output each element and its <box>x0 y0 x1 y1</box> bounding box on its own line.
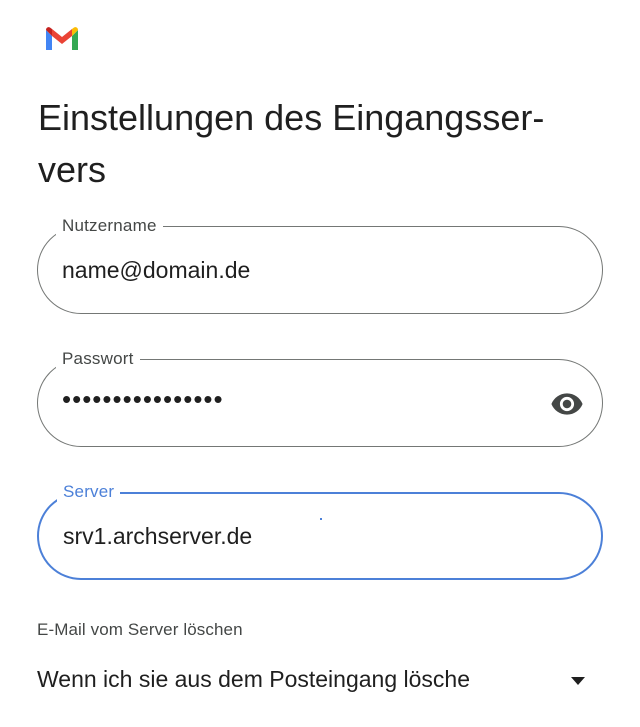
text-cursor-marker <box>320 518 322 520</box>
delete-from-server-select[interactable]: Wenn ich sie aus dem Posteingang lösche <box>37 660 603 704</box>
delete-from-server-value: Wenn ich sie aus dem Posteingang lösche <box>37 666 471 692</box>
username-field[interactable]: Nutzername name@domain.de <box>37 216 603 314</box>
server-input[interactable]: srv1.archserver.de <box>63 494 543 578</box>
password-input[interactable]: •••••••••••••••• <box>62 356 542 442</box>
server-field[interactable]: Server srv1.archserver.de <box>37 482 603 580</box>
password-field[interactable]: Passwort •••••••••••••••• <box>37 349 603 447</box>
page-title: Einstellungen des Eingangsser-vers <box>38 92 608 196</box>
gmail-logo-icon <box>46 27 78 50</box>
delete-from-server-label: E-Mail vom Server löschen <box>37 620 243 639</box>
caret-down-icon[interactable] <box>571 676 585 686</box>
username-input[interactable]: name@domain.de <box>62 227 542 313</box>
eye-icon[interactable] <box>550 387 584 421</box>
page-title-text: Einstellungen des Eingangsser-vers <box>38 97 545 190</box>
